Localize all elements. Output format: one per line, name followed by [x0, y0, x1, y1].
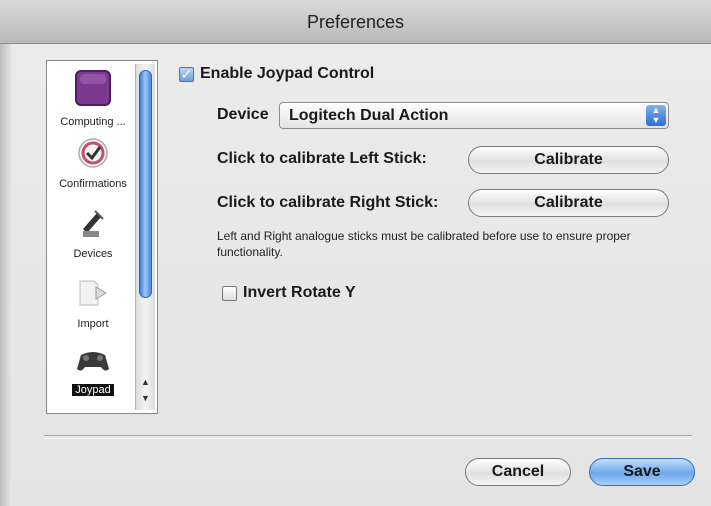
sidebar-item-label: Joypad	[72, 384, 114, 396]
sidebar-scrollbar[interactable]: ▲ ▼	[135, 64, 155, 410]
save-button[interactable]: Save	[589, 458, 695, 486]
scroll-up-icon[interactable]: ▲	[136, 374, 155, 390]
calibrate-left-button[interactable]: Calibrate	[468, 146, 669, 174]
title-bar[interactable]: Preferences	[0, 0, 711, 44]
footer-divider	[44, 435, 692, 439]
calibrate-right-button[interactable]: Calibrate	[468, 189, 669, 217]
device-select[interactable]: Logitech Dual Action ▲ ▼	[279, 102, 669, 129]
sidebar-item-devices[interactable]: Devices	[47, 207, 139, 262]
select-stepper-icon: ▲ ▼	[646, 105, 666, 126]
calibration-note: Left and Right analogue sticks must be c…	[217, 229, 631, 259]
left-stick-label: Click to calibrate Left Stick:	[217, 150, 427, 167]
sidebar-item-computing[interactable]: Computing ...	[47, 69, 139, 130]
invert-rotate-y-label: Invert Rotate Y	[243, 284, 356, 301]
device-tool-icon	[47, 207, 139, 244]
right-stick-label: Click to calibrate Right Stick:	[217, 194, 439, 211]
sidebar-item-import[interactable]: Import	[47, 277, 139, 332]
preferences-window: Preferences Computing ... Confirmations	[0, 0, 711, 506]
cancel-button[interactable]: Cancel	[465, 458, 571, 486]
sidebar-item-confirmations[interactable]: Confirmations	[47, 137, 139, 192]
sidebar-item-label: Computing ...	[60, 116, 126, 128]
sidebar-item-joypad[interactable]: Joypad	[47, 345, 139, 398]
purple-square-icon	[47, 69, 139, 112]
sidebar-item-label: Devices	[73, 248, 113, 260]
window-title: Preferences	[306, 12, 405, 32]
checkmark-icon	[47, 137, 139, 174]
scroll-down-icon[interactable]: ▼	[136, 390, 155, 406]
invert-rotate-y-checkbox[interactable]	[222, 286, 237, 301]
device-label: Device	[217, 106, 269, 123]
enable-joypad-checkbox[interactable]: ✓	[179, 67, 194, 82]
import-arrow-icon	[47, 277, 139, 314]
gamepad-icon	[47, 345, 139, 380]
sidebar-item-label: Confirmations	[59, 178, 127, 190]
enable-joypad-label: Enable Joypad Control	[200, 65, 375, 82]
sidebar-item-label: Import	[77, 318, 109, 330]
scrollbar-thumb[interactable]	[139, 70, 152, 298]
device-select-value: Logitech Dual Action	[289, 107, 449, 124]
window-left-edge	[0, 44, 12, 506]
